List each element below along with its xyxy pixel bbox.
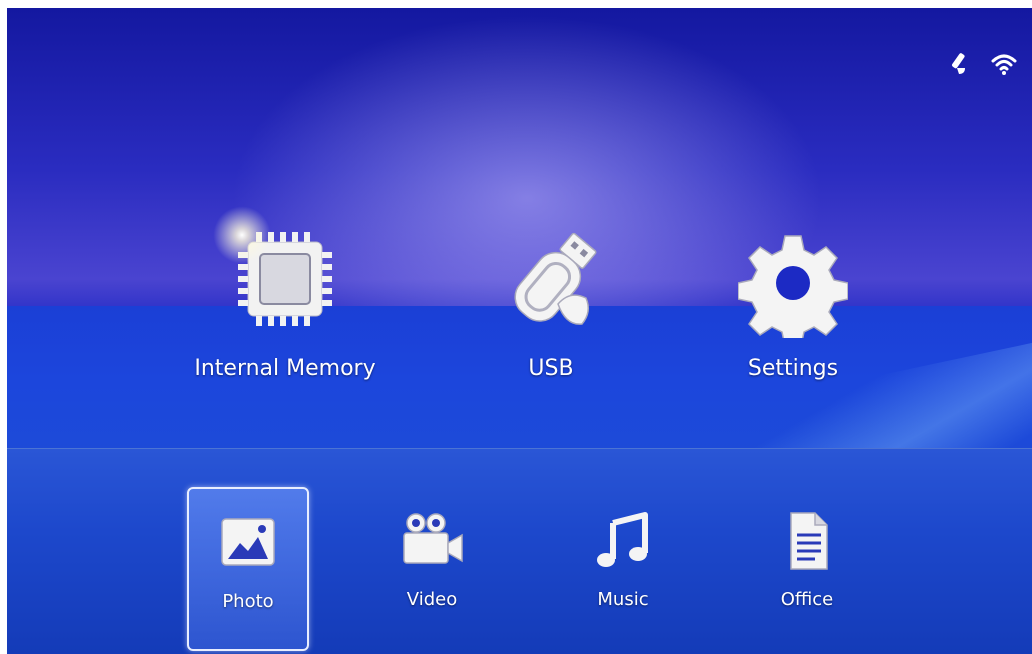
dock-item-music[interactable]: Music	[562, 487, 684, 651]
memory-chip-icon	[238, 232, 332, 326]
photo-icon	[221, 518, 275, 566]
media-dock: Photo Video Music Office	[7, 448, 1032, 654]
usb-drive-icon	[514, 232, 597, 325]
dock-label-photo: Photo	[222, 591, 274, 612]
usb-label: USB	[528, 356, 574, 381]
wifi-icon	[991, 54, 1017, 75]
status-bar	[942, 50, 1018, 78]
internal-memory-button[interactable]: Internal Memory	[175, 228, 395, 398]
usb-edit-icon	[952, 53, 965, 74]
dock-label-music: Music	[597, 589, 649, 610]
settings-label: Settings	[747, 356, 839, 381]
dock-item-video[interactable]: Video	[371, 487, 493, 651]
music-note-icon	[597, 512, 648, 567]
video-camera-icon	[403, 513, 463, 564]
dock-label-video: Video	[406, 589, 458, 610]
home-screen: Internal Memory USB Settings Photo Video…	[7, 8, 1032, 654]
dock-label-office: Office	[780, 589, 834, 610]
internal-memory-label: Internal Memory	[194, 356, 376, 381]
gear-icon	[738, 235, 848, 338]
settings-button[interactable]: Settings	[683, 228, 903, 398]
dock-item-office[interactable]: Office	[746, 487, 868, 651]
usb-button[interactable]: USB	[441, 228, 661, 398]
document-icon	[790, 512, 828, 570]
dock-item-photo[interactable]: Photo	[187, 487, 309, 651]
